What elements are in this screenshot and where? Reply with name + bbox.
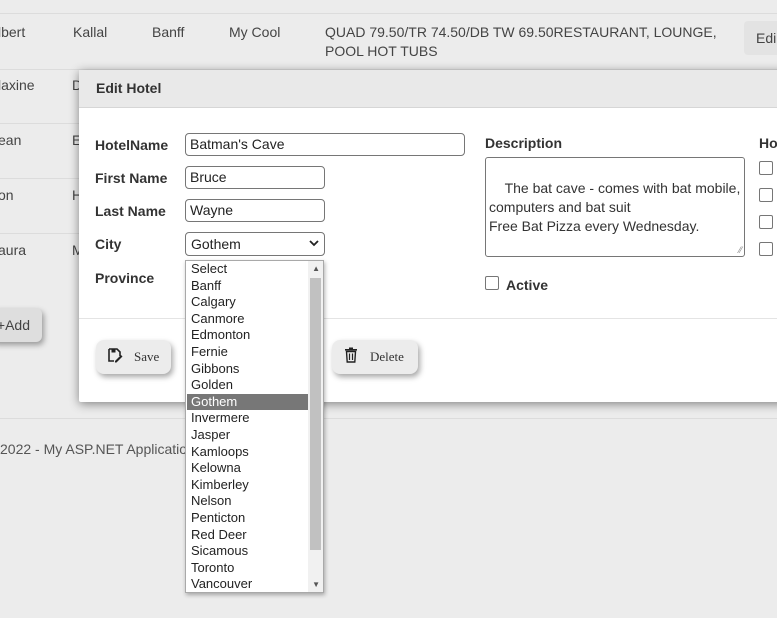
option-checkbox[interactable] (759, 188, 773, 202)
footer-text: 2022 - My ASP.NET Application (0, 441, 195, 457)
city-option[interactable]: Gothem (187, 393, 309, 411)
description-label: Description (485, 135, 563, 151)
city-option[interactable]: Penticton (187, 510, 309, 527)
add-button[interactable]: +Add (0, 308, 42, 342)
save-button-label: Save (134, 349, 160, 364)
city-option[interactable]: Invermere (187, 410, 309, 427)
active-checkbox[interactable] (485, 276, 499, 290)
option-checkbox[interactable] (759, 242, 773, 256)
hotel-name-input[interactable]: Batman's Cave (185, 133, 465, 156)
scrollbar-thumb[interactable] (310, 278, 321, 550)
city-option[interactable]: Canmore (187, 311, 309, 328)
save-edit-icon (107, 347, 123, 367)
modal-title: Edit Hotel (79, 70, 777, 108)
city-option[interactable]: Fernie (187, 344, 309, 361)
city-select-value: Gothem (191, 236, 241, 252)
cell-description: QUAD 79.50/TR 74.50/DB TW 69.50RESTAURAN… (325, 24, 717, 40)
trash-icon (344, 347, 358, 367)
province-label: Province (95, 270, 155, 286)
modal-divider (79, 318, 777, 319)
edit-button[interactable]: Edi (744, 21, 777, 55)
city-label: City (95, 236, 122, 252)
description-text: The bat cave - comes with bat mobile, co… (489, 180, 741, 234)
cell-last-name: Kallal (73, 24, 108, 40)
cell-first-name: laxine (0, 77, 35, 93)
last-name-input[interactable]: Wayne (185, 199, 325, 222)
city-option[interactable]: Red Deer (187, 527, 309, 544)
city-select[interactable]: Gothem (185, 232, 325, 256)
chevron-down-icon (309, 233, 319, 263)
option-checkbox[interactable] (759, 161, 773, 175)
cell-hotel-name: My Cool (229, 24, 281, 40)
last-name-label: Last Name (95, 203, 166, 219)
city-option[interactable]: Vancouver (187, 576, 309, 593)
city-option[interactable]: Calgary (187, 294, 309, 311)
delete-button-label: Delete (370, 349, 404, 364)
description-textarea[interactable]: The bat cave - comes with bat mobile, co… (485, 157, 745, 257)
city-options: Select Banff Calgary Canmore Edmonton Fernie G… (186, 261, 323, 593)
city-option[interactable]: Kamloops (187, 444, 309, 461)
save-button[interactable]: Save (96, 340, 171, 374)
city-option[interactable]: Kimberley (187, 477, 309, 494)
table-row: lbert Kallal Banff My Cool QUAD 79.50/TR… (0, 13, 777, 70)
edit-hotel-modal: Edit Hotel HotelName Batman's Cave First… (79, 70, 777, 402)
city-option[interactable]: Golden (187, 377, 309, 394)
cell-description-line2: POOL HOT TUBS (325, 43, 438, 59)
active-label: Active (506, 277, 549, 293)
right-column-label: Ho (759, 135, 777, 151)
cell-first-name: aura (0, 242, 27, 258)
first-name-input[interactable]: Bruce (185, 166, 325, 189)
city-dropdown-list[interactable]: Select Banff Calgary Canmore Edmonton Fernie G… (185, 260, 324, 593)
city-option[interactable]: Toronto (187, 560, 309, 577)
city-option[interactable]: Banff (187, 278, 309, 295)
delete-button[interactable]: Delete (332, 340, 418, 374)
cell-first-name: ean (0, 132, 22, 148)
option-checkbox[interactable] (759, 215, 773, 229)
resize-grip-icon[interactable]: ⁄⁄ (739, 246, 742, 255)
city-option[interactable]: Nelson (187, 493, 309, 510)
city-option[interactable]: Jasper (187, 427, 309, 444)
cell-city: Banff (152, 24, 185, 40)
city-option[interactable]: Edmonton (187, 327, 309, 344)
first-name-label: First Name (95, 170, 168, 186)
city-option[interactable]: Select (187, 261, 309, 278)
hotel-name-label: HotelName (95, 137, 169, 153)
city-option[interactable]: Gibbons (187, 361, 309, 378)
cell-first-name: on (0, 187, 14, 203)
footer-divider (0, 418, 777, 419)
dropdown-scrollbar[interactable]: ▲ ▼ (308, 261, 323, 592)
city-option[interactable]: Sicamous (187, 543, 309, 560)
scroll-up-icon[interactable]: ▲ (312, 264, 320, 273)
cell-first-name: lbert (0, 24, 26, 40)
scroll-down-icon[interactable]: ▼ (312, 580, 320, 589)
city-option[interactable]: Kelowna (187, 460, 309, 477)
